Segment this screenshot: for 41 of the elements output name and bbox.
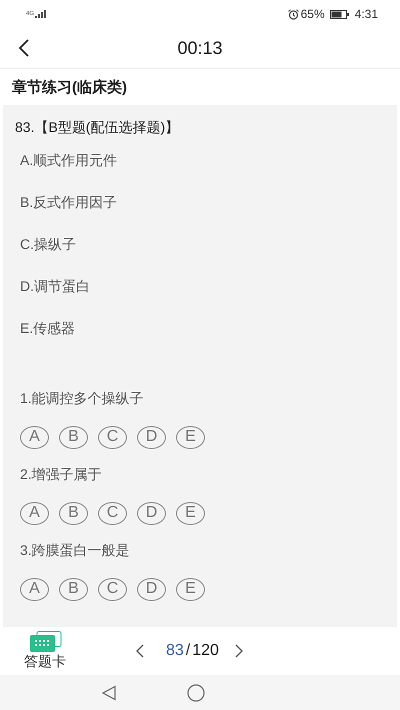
answer-choice[interactable]: E	[176, 502, 205, 524]
answer-choice[interactable]: A	[20, 578, 49, 600]
answer-option: A.顺式作用元件	[20, 152, 118, 170]
signal-icon	[35, 10, 48, 18]
answer-choice[interactable]: B	[59, 426, 88, 448]
timer: 00:13	[177, 38, 223, 58]
answer-choice[interactable]: A	[20, 426, 49, 448]
previous-icon[interactable]	[135, 644, 144, 658]
answer-choice[interactable]: D	[137, 502, 166, 524]
sub-question-text: 2.增强子属于	[20, 466, 102, 484]
current-question-number: 83	[166, 642, 184, 660]
battery-icon	[330, 10, 350, 18]
answer-option: D.调节蛋白	[20, 278, 90, 296]
answer-choice[interactable]: B	[59, 502, 88, 524]
back-triangle-icon[interactable]	[100, 684, 116, 700]
answer-card-button[interactable]: 答题卡	[20, 631, 70, 671]
sub-question-text: 3.跨膜蛋白一般是	[20, 542, 130, 560]
page-separator: /	[186, 642, 190, 660]
answer-choice[interactable]: C	[98, 426, 127, 448]
card-stack-icon	[27, 631, 63, 653]
answer-choice[interactable]: E	[176, 578, 205, 600]
battery-percent: 65%	[300, 7, 325, 21]
total-question-count: 120	[192, 642, 219, 660]
answer-option: B.反式作用因子	[20, 194, 118, 212]
answer-choice[interactable]: B	[59, 578, 88, 600]
answer-choice[interactable]: C	[98, 578, 127, 600]
answer-choice[interactable]: D	[137, 426, 166, 448]
sub-question-text: 1.能调控多个操纵子	[20, 390, 144, 408]
next-icon[interactable]	[234, 644, 244, 658]
question-title: 83.【B型题(配伍选择题)】	[15, 118, 180, 136]
answer-choice[interactable]: D	[137, 578, 166, 600]
answer-option: C.操纵子	[20, 236, 76, 254]
back-icon[interactable]	[18, 39, 30, 57]
answer-choice[interactable]: C	[98, 502, 127, 524]
answer-option: E.传感器	[20, 320, 76, 338]
clock-time: 4:31	[354, 7, 378, 21]
alarm-icon	[288, 8, 299, 20]
answer-choice[interactable]: E	[176, 426, 205, 448]
answer-choice[interactable]: A	[20, 502, 49, 524]
home-icon[interactable]	[186, 684, 204, 702]
section-title: 章节练习(临床类)	[12, 78, 127, 96]
